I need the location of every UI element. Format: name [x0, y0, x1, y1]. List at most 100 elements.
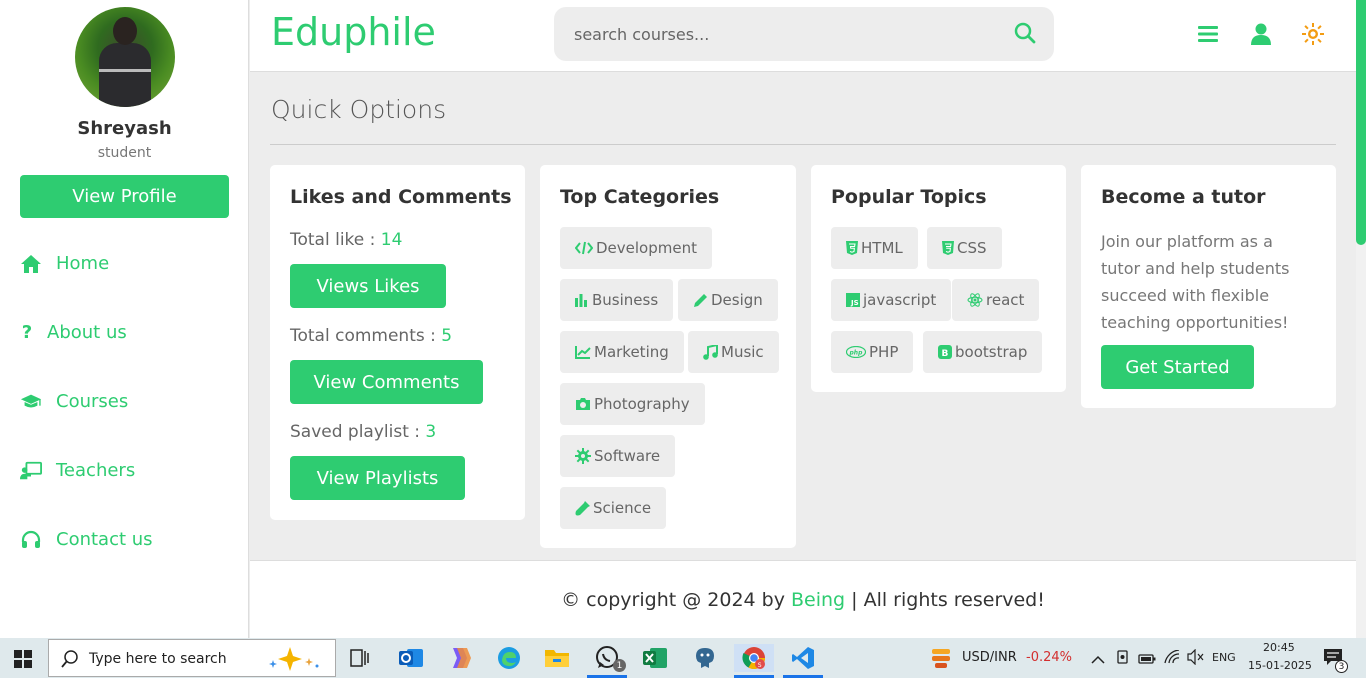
chip-label: HTML	[861, 239, 903, 257]
react-icon	[967, 292, 983, 308]
category-chip-music[interactable]: Music	[688, 331, 779, 373]
copyright-suffix: | All rights reserved!	[845, 589, 1045, 611]
clock-date[interactable]: 15-01-2025	[1248, 659, 1312, 672]
outlook-icon[interactable]	[396, 644, 426, 672]
category-chip-development[interactable]: Development	[560, 227, 712, 269]
total-comments-value: 5	[441, 326, 453, 346]
stock-widget-icon[interactable]	[930, 646, 952, 674]
search-icon	[61, 650, 79, 672]
view-playlists-button[interactable]: View Playlists	[290, 456, 465, 500]
chip-label: Marketing	[594, 343, 669, 361]
page-title: Quick Options	[271, 95, 447, 124]
pen-icon	[693, 293, 708, 308]
speaker-muted-icon[interactable]	[1187, 648, 1205, 669]
topic-chip-react[interactable]: react	[952, 279, 1040, 321]
question-icon: ?	[21, 322, 33, 343]
likes-comments-card: Likes and Comments Total like : 14 Views…	[270, 165, 525, 520]
svg-text:JS: JS	[850, 299, 859, 307]
meet-now-icon[interactable]	[1116, 648, 1130, 670]
topic-chip-bootstrap[interactable]: B bootstrap	[923, 331, 1043, 373]
become-tutor-card: Become a tutor Join our platform as a tu…	[1081, 165, 1336, 408]
total-comments-stat: Total comments : 5	[290, 326, 452, 346]
scrollbar-thumb[interactable]	[1356, 0, 1366, 245]
view-profile-button[interactable]: View Profile	[20, 175, 229, 218]
nav-item-courses[interactable]: Courses	[20, 391, 128, 412]
copilot-icon[interactable]	[445, 644, 475, 672]
card-title: Top Categories	[560, 186, 720, 208]
saved-playlist-label: Saved playlist :	[290, 422, 426, 442]
excel-icon[interactable]	[640, 644, 670, 672]
sun-icon[interactable]	[1301, 22, 1325, 46]
chip-label: Development	[596, 239, 697, 257]
windows-start-icon[interactable]	[14, 650, 32, 672]
topic-chip-css[interactable]: CSS	[927, 227, 1002, 269]
chevron-up-icon[interactable]	[1091, 650, 1105, 669]
bar-chart-icon	[575, 293, 589, 307]
nav-item-teachers[interactable]: Teachers	[20, 460, 135, 481]
postgresql-icon[interactable]	[690, 644, 720, 672]
nav-label-home: Home	[56, 253, 110, 274]
total-like-value: 14	[380, 230, 403, 250]
sidebar: Shreyash student View Profile Home ? Abo…	[0, 0, 249, 638]
vial-icon	[575, 500, 590, 516]
avatar-torso	[99, 43, 151, 107]
taskbar-search[interactable]: Type here to search	[48, 639, 336, 677]
total-like-label: Total like :	[290, 230, 381, 250]
category-chip-software[interactable]: Software	[560, 435, 676, 477]
graduation-cap-icon	[20, 393, 42, 411]
chip-label: Photography	[594, 395, 690, 413]
topic-chip-php[interactable]: php PHP	[831, 331, 914, 373]
file-explorer-icon[interactable]	[542, 644, 572, 672]
avatar[interactable]	[75, 7, 175, 107]
battery-icon[interactable]	[1138, 650, 1156, 669]
profile-name: Shreyash	[77, 118, 172, 139]
edge-icon[interactable]	[494, 644, 524, 672]
language-indicator[interactable]: ENG	[1212, 651, 1236, 664]
user-icon[interactable]	[1249, 22, 1273, 46]
js-icon: JS	[846, 293, 860, 307]
vscode-icon[interactable]	[788, 644, 818, 672]
copyright-brand[interactable]: Being	[791, 589, 845, 611]
clock-time[interactable]: 20:45	[1263, 641, 1295, 654]
saved-playlist-value: 3	[425, 422, 437, 442]
view-comments-button[interactable]: View Comments	[290, 360, 483, 404]
topic-chip-html[interactable]: HTML	[831, 227, 918, 269]
nav-item-about[interactable]: ? About us	[20, 322, 127, 343]
svg-text:S: S	[758, 662, 762, 669]
gear-icon	[575, 448, 591, 464]
get-started-button[interactable]: Get Started	[1101, 345, 1254, 389]
nav-label-courses: Courses	[56, 391, 129, 412]
total-comments-label: Total comments :	[290, 326, 442, 346]
nav-item-home[interactable]: Home	[20, 253, 109, 274]
chip-label: Music	[721, 343, 764, 361]
menu-icon[interactable]	[1196, 22, 1220, 46]
category-chip-marketing[interactable]: Marketing	[560, 331, 684, 373]
currency-pair[interactable]: USD/INR	[962, 650, 1017, 665]
category-chip-photography[interactable]: Photography	[560, 383, 705, 425]
scrollbar[interactable]	[1356, 0, 1366, 638]
nav-label-contact: Contact us	[56, 529, 153, 550]
search-bar	[554, 7, 1054, 61]
search-input[interactable]	[574, 21, 994, 47]
wifi-icon[interactable]	[1163, 649, 1181, 668]
chip-label: Science	[593, 499, 652, 517]
svg-text:php: php	[849, 350, 864, 357]
card-title: Likes and Comments	[290, 186, 512, 208]
category-chip-business[interactable]: Business	[560, 279, 674, 321]
php-icon: php	[846, 346, 866, 358]
code-icon	[575, 241, 593, 255]
topic-chip-javascript[interactable]: JS javascript	[831, 279, 952, 321]
search-icon[interactable]	[1014, 22, 1036, 48]
currency-change: -0.24%	[1026, 650, 1072, 665]
card-title: Popular Topics	[831, 186, 987, 208]
whatsapp-badge: 1	[613, 659, 626, 672]
views-likes-button[interactable]: Views Likes	[290, 264, 446, 308]
nav-item-contact[interactable]: Contact us	[20, 529, 153, 550]
category-chip-design[interactable]: Design	[678, 279, 778, 321]
logo[interactable]: Eduphile	[271, 10, 436, 54]
category-chip-science[interactable]: Science	[560, 487, 667, 529]
task-view-icon[interactable]	[345, 644, 375, 672]
chrome-icon[interactable]: S	[734, 644, 774, 672]
taskbar-search-text: Type here to search	[89, 651, 227, 667]
footer: © copyright @ 2024 by Being | All rights…	[250, 560, 1356, 638]
